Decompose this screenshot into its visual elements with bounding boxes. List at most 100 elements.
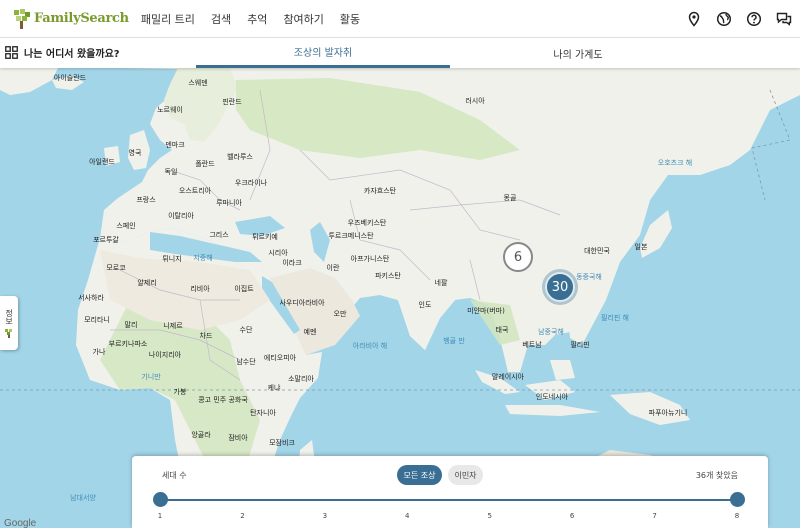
filter-all-ancestors-button[interactable]: 모든 조상: [397, 465, 442, 485]
slider-tick-label: 7: [652, 512, 657, 520]
info-side-tab[interactable]: 정보: [0, 296, 18, 350]
country-label: 아일랜드: [89, 158, 115, 166]
slider-handle-max[interactable]: [730, 492, 745, 507]
country-label: 오스트리아: [178, 187, 212, 195]
help-icon[interactable]: [746, 11, 762, 27]
country-label: 에티오피아: [263, 354, 297, 362]
sea-label: 아라비아 해: [352, 342, 388, 350]
country-label: 그리스: [209, 231, 229, 239]
tab-my-family-tree[interactable]: 나의 가계도: [452, 38, 704, 68]
slider-tick-label: 4: [405, 512, 410, 520]
country-label: 우크라이나: [234, 179, 268, 187]
country-label: 이탈리아: [168, 212, 194, 220]
slider-tick-label: 6: [569, 512, 575, 520]
sea-label: 지중해: [193, 254, 213, 262]
country-label: 수단: [239, 326, 253, 334]
generation-slider-track[interactable]: [160, 499, 737, 501]
country-label: 미얀마(버마): [467, 307, 505, 315]
country-label: 니제르: [163, 322, 183, 330]
country-label: 폴란드: [195, 160, 215, 168]
globe-icon[interactable]: [716, 11, 732, 27]
country-label: 콩고 민주 공화국: [198, 396, 248, 404]
country-label: 이란: [326, 264, 340, 272]
sea-label: 필리핀 해: [601, 314, 629, 322]
country-label: 나이지리아: [148, 351, 182, 359]
country-label: 모리타니: [84, 316, 110, 324]
country-label: 투르크메니스탄: [328, 232, 374, 240]
map-attribution: Google: [4, 518, 37, 528]
country-label: 일본: [634, 243, 648, 251]
tab-ancestor-footprints[interactable]: 조상의 발자취: [196, 38, 450, 68]
nav-item-search[interactable]: 검색: [211, 11, 231, 27]
country-label: 앙골라: [191, 431, 211, 439]
slider-handle-min[interactable]: [153, 492, 168, 507]
country-label: 사우디아라비아: [279, 299, 325, 307]
country-label: 덴마크: [165, 141, 185, 149]
country-label: 서사하라: [78, 294, 104, 302]
top-navigation: FamilySearch 패밀리 트리 검색 추억 참여하기 활동: [0, 0, 800, 38]
country-label: 예멘: [303, 328, 317, 336]
country-label: 부르키나파소: [108, 340, 148, 348]
sea-label: 벵골 만: [443, 337, 465, 345]
slider-tick-label: 2: [240, 512, 245, 520]
grid-icon[interactable]: [5, 46, 18, 59]
country-label: 리비아: [190, 285, 210, 293]
ancestor-cluster-marker[interactable]: 30: [545, 272, 575, 302]
chat-icon[interactable]: [776, 11, 792, 27]
country-label: 우즈베키스탄: [347, 219, 387, 227]
sea-label: 기니만: [141, 373, 161, 381]
location-pin-icon[interactable]: [686, 11, 702, 27]
sea-label: 남대서양: [70, 494, 96, 502]
nav-item-family-tree[interactable]: 패밀리 트리: [141, 11, 195, 27]
tree-logo-icon: [14, 8, 30, 29]
sea-label: 오호츠크 해: [657, 159, 693, 167]
filter-immigrants-button[interactable]: 이민자: [448, 465, 483, 485]
country-label: 파키스탄: [375, 272, 401, 280]
nav-item-get-involved[interactable]: 참여하기: [283, 11, 323, 27]
generation-filter-panel: 세대 수 모든 조상 이민자 36개 찾았음 1 2 3 4 5 6 7 8: [132, 456, 768, 528]
country-label: 대한민국: [584, 247, 610, 255]
country-label: 스페인: [116, 222, 136, 230]
country-label: 튀니지: [162, 255, 182, 263]
ancestor-cluster-marker[interactable]: 6: [503, 242, 533, 272]
country-label: 핀란드: [222, 98, 242, 106]
country-label: 포르투갈: [93, 236, 119, 244]
nav-item-memories[interactable]: 추억: [247, 11, 267, 27]
country-label: 카자흐스탄: [363, 187, 397, 195]
country-label: 이라크: [282, 259, 302, 267]
country-label: 파푸아뉴기니: [648, 409, 688, 417]
country-label: 노르웨이: [157, 106, 183, 114]
country-label: 차드: [199, 332, 213, 340]
country-label: 독일: [164, 168, 178, 176]
familysearch-logo[interactable]: FamilySearch: [12, 0, 129, 38]
country-label: 몽골: [503, 194, 517, 202]
slider-tick-label: 5: [487, 512, 492, 520]
country-label: 말레이시아: [491, 373, 525, 381]
country-label: 케냐: [267, 384, 281, 392]
country-label: 오만: [333, 310, 347, 318]
slider-tick-label: 8: [734, 512, 740, 520]
country-label: 모로코: [106, 264, 126, 272]
country-label: 태국: [495, 326, 509, 334]
country-label: 남수단: [236, 358, 256, 366]
slider-tick-label: 1: [157, 512, 163, 520]
country-label: 러시아: [465, 97, 485, 105]
tree-logo-icon: [5, 328, 12, 338]
side-tab-label: 정보: [4, 308, 14, 325]
country-label: 이집트: [234, 285, 254, 293]
country-label: 베트남: [522, 341, 542, 349]
country-label: 모잠비크: [269, 439, 295, 447]
country-label: 프랑스: [136, 196, 156, 204]
country-label: 아프가니스탄: [350, 255, 390, 263]
country-label: 벨라루스: [227, 153, 253, 161]
country-label: 네팔: [434, 279, 448, 287]
logo-text: FamilySearch: [34, 11, 129, 26]
country-label: 인도네시아: [535, 393, 569, 401]
country-label: 아이슬란드: [53, 74, 87, 82]
slider-tick-label: 3: [322, 512, 328, 520]
nav-item-activities[interactable]: 활동: [340, 11, 360, 27]
country-label: 시리아: [268, 249, 288, 257]
country-label: 가봉: [173, 388, 187, 396]
country-label: 알제리: [137, 279, 157, 287]
country-label: 인도: [418, 301, 432, 309]
